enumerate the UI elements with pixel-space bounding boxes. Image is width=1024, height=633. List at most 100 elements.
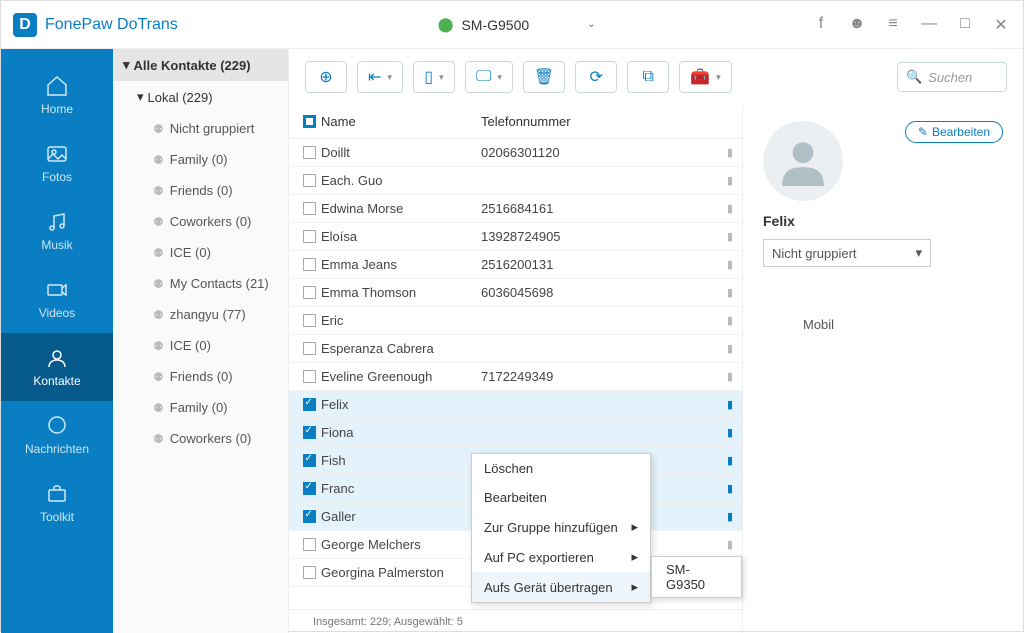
to-phone-button[interactable]: ▯ (413, 61, 455, 93)
cell-phone: 2516684161 (481, 201, 718, 216)
close-button[interactable]: ✕ (991, 15, 1011, 35)
ctx-delete[interactable]: Löschen (472, 454, 650, 483)
row-checkbox[interactable] (303, 510, 316, 523)
cell-name: Edwina Morse (321, 201, 481, 216)
chevron-down-icon: ▾ (915, 245, 922, 261)
group-icon: ⚉ (153, 122, 164, 136)
row-checkbox[interactable] (303, 174, 316, 187)
group-select[interactable]: Nicht gruppiert▾ (763, 239, 931, 267)
row-checkbox[interactable] (303, 314, 316, 327)
row-checkbox[interactable] (303, 258, 316, 271)
menu-icon[interactable]: ≡ (883, 15, 903, 35)
copy-button[interactable]: ⧉ (627, 61, 669, 93)
row-checkbox[interactable] (303, 202, 316, 215)
group-icon: ⚉ (153, 246, 164, 260)
toolbox-button[interactable]: 🧰 (679, 61, 731, 93)
context-menu: Löschen Bearbeiten Zur Gruppe hinzufügen… (471, 453, 651, 603)
chevron-down-icon: ⌄ (587, 19, 595, 30)
add-button[interactable]: ⊕ (305, 61, 347, 93)
phone-icon: ▮ (718, 370, 742, 383)
phone-icon: ▮ (718, 398, 742, 411)
tree-group-item[interactable]: ⚉zhangyu (77) (113, 299, 288, 330)
table-row[interactable]: Edwina Morse2516684161▮ (289, 195, 742, 223)
tree-group-item[interactable]: ⚉ICE (0) (113, 237, 288, 268)
to-pc-button[interactable]: 🖵 (465, 61, 513, 93)
nav-music[interactable]: Musik (1, 197, 113, 265)
context-submenu-device[interactable]: SM-G9350 (651, 556, 742, 598)
phone-icon: ▮ (718, 174, 742, 187)
col-phone-header[interactable]: Telefonnummer (481, 114, 718, 129)
group-icon: ⚉ (153, 277, 164, 291)
ctx-export-pc[interactable]: Auf PC exportieren▸ (472, 542, 650, 572)
col-name-header[interactable]: Name (321, 114, 481, 129)
table-row[interactable]: Eveline Greenough7172249349▮ (289, 363, 742, 391)
table-row[interactable]: Eric▮ (289, 307, 742, 335)
nav-toolkit[interactable]: Toolkit (1, 469, 113, 537)
nav-photos[interactable]: Fotos (1, 129, 113, 197)
cell-name: Esperanza Cabrera (321, 341, 481, 356)
select-all-checkbox[interactable] (303, 115, 316, 128)
group-icon: ⚉ (153, 401, 164, 415)
row-checkbox[interactable] (303, 398, 316, 411)
minimize-button[interactable]: — (919, 15, 939, 35)
search-input[interactable]: 🔍 Suchen (897, 62, 1007, 92)
row-checkbox[interactable] (303, 454, 316, 467)
ctx-edit[interactable]: Bearbeiten (472, 483, 650, 512)
tree-group-item[interactable]: ⚉Friends (0) (113, 175, 288, 206)
row-checkbox[interactable] (303, 538, 316, 551)
refresh-button[interactable]: ⟳ (575, 61, 617, 93)
tree-group-item[interactable]: ⚉Nicht gruppiert (113, 113, 288, 144)
row-checkbox[interactable] (303, 370, 316, 383)
table-row[interactable]: Felix▮ (289, 391, 742, 419)
app-title: FonePaw DoTrans (45, 16, 178, 34)
device-selector[interactable]: ⬤ SM-G9500 ⌄ (438, 16, 596, 33)
maximize-button[interactable]: □ (955, 15, 975, 35)
tree-group-item[interactable]: ⚉Friends (0) (113, 361, 288, 392)
cell-name: Franc (321, 481, 481, 496)
tree-group-item[interactable]: ⚉Family (0) (113, 144, 288, 175)
facebook-icon[interactable]: f (811, 15, 831, 35)
row-checkbox[interactable] (303, 342, 316, 355)
feedback-icon[interactable]: ☻ (847, 15, 867, 35)
nav-videos[interactable]: Videos (1, 265, 113, 333)
row-checkbox[interactable] (303, 230, 316, 243)
row-checkbox[interactable] (303, 146, 316, 159)
cell-name: Fish (321, 453, 481, 468)
tree-group-item[interactable]: ⚉ICE (0) (113, 330, 288, 361)
cell-phone: 7172249349 (481, 369, 718, 384)
table-row[interactable]: Esperanza Cabrera▮ (289, 335, 742, 363)
phone-icon: ▮ (718, 258, 742, 271)
table-row[interactable]: Emma Thomson6036045698▮ (289, 279, 742, 307)
import-button[interactable]: ⇤ (357, 61, 403, 93)
phone-icon: ▮ (718, 510, 742, 523)
cell-phone: 13928724905 (481, 229, 718, 244)
tree-group-item[interactable]: ⚉Coworkers (0) (113, 423, 288, 454)
tree-group-item[interactable]: ⚉My Contacts (21) (113, 268, 288, 299)
tree-group-item[interactable]: ⚉Coworkers (0) (113, 206, 288, 237)
phone-icon: ▮ (718, 286, 742, 299)
delete-button[interactable]: 🗑 (523, 61, 565, 93)
edit-contact-button[interactable]: ✎Bearbeiten (905, 121, 1003, 143)
chevron-right-icon: ▸ (631, 579, 638, 595)
cell-phone: 6036045698 (481, 285, 718, 300)
table-row[interactable]: Doillt02066301120▮ (289, 139, 742, 167)
table-row[interactable]: Eloísa13928724905▮ (289, 223, 742, 251)
tree-root[interactable]: ▾Alle Kontakte (229) (113, 49, 288, 81)
ctx-add-to-group[interactable]: Zur Gruppe hinzufügen▸ (472, 512, 650, 542)
table-row[interactable]: Fiona▮ (289, 419, 742, 447)
row-checkbox[interactable] (303, 426, 316, 439)
app-logo-icon: D (13, 13, 37, 37)
row-checkbox[interactable] (303, 482, 316, 495)
table-row[interactable]: Each. Guo▮ (289, 167, 742, 195)
contact-detail-panel: ✎Bearbeiten Felix Nicht gruppiert▾ Mobil (743, 105, 1023, 633)
tree-local[interactable]: ▾Lokal (229) (113, 81, 288, 113)
table-row[interactable]: Emma Jeans2516200131▮ (289, 251, 742, 279)
nav-contacts[interactable]: Kontakte (1, 333, 113, 401)
row-checkbox[interactable] (303, 286, 316, 299)
tree-group-item[interactable]: ⚉Family (0) (113, 392, 288, 423)
phone-icon: ▮ (718, 230, 742, 243)
nav-messages[interactable]: Nachrichten (1, 401, 113, 469)
ctx-transfer-device[interactable]: Aufs Gerät übertragen▸ (472, 572, 650, 602)
row-checkbox[interactable] (303, 566, 316, 579)
nav-home[interactable]: Home (1, 61, 113, 129)
